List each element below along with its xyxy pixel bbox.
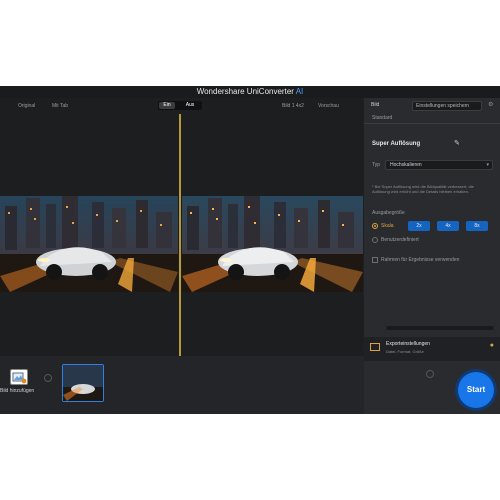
nav-next-icon[interactable] <box>426 370 434 378</box>
scale-label: Skala <box>381 223 394 229</box>
toggle-off[interactable]: Aus <box>182 102 198 109</box>
preview-label[interactable]: Vorschau <box>318 103 339 109</box>
standard-label: Standard <box>372 115 393 121</box>
scale-2x-button[interactable]: 2x <box>408 221 430 231</box>
info-icon[interactable]: ● <box>490 342 494 349</box>
original-image <box>0 196 178 292</box>
settings-icon[interactable]: ⚙ <box>488 101 493 108</box>
custom-radio[interactable] <box>372 237 378 243</box>
output-size-title: Ausgabegröße <box>372 210 405 216</box>
add-image-label[interactable]: Bild hinzufügen <box>0 388 34 394</box>
section-title: Super Auflösung <box>372 141 421 147</box>
nav-prev-icon[interactable] <box>44 374 52 382</box>
custom-label: Benutzerdefiniert <box>381 237 419 243</box>
monitor-icon <box>370 343 380 351</box>
car-city-image-enhanced <box>182 196 363 292</box>
export-settings-box[interactable]: Exporteinstellungen Datei, Format, Größe… <box>364 337 500 361</box>
start-button[interactable]: Start <box>458 372 494 408</box>
panel-header: Bild Einstellungen speichern ⚙ <box>368 101 496 111</box>
preset-dropdown[interactable]: Einstellungen speichern <box>412 101 482 111</box>
title-bar: Wondershare UniConverter AI <box>0 86 500 98</box>
app-window: Wondershare UniConverter AI Original Mit… <box>0 86 500 414</box>
image-plus-icon <box>12 372 27 384</box>
scale-radio[interactable] <box>372 223 378 229</box>
adjust-slider[interactable] <box>386 326 494 330</box>
output-size-label: Bild 1 4x2 <box>282 103 304 109</box>
bottom-bar: Bild hinzufügen <box>0 356 364 414</box>
preview-area: Original Mit Tab Ein Aus Bild 1 4x2 Vors… <box>0 98 363 356</box>
description-text: * Bei Super Auflösung wird die Bildquali… <box>372 184 474 194</box>
result-image <box>182 196 363 292</box>
add-image-icon[interactable] <box>10 369 28 385</box>
chevron-down-icon: ▾ <box>486 162 489 168</box>
car-city-image <box>0 196 178 292</box>
scale-8x-button[interactable]: 8x <box>466 221 488 231</box>
thumbnail-image <box>63 365 103 401</box>
toggle-on[interactable]: Ein <box>159 102 175 109</box>
scale-4x-button[interactable]: 4x <box>437 221 459 231</box>
compare-divider[interactable] <box>179 114 181 356</box>
frame-checkbox-label: Rahmen für Ergebnisse verwenden <box>381 257 460 263</box>
type-dropdown[interactable]: Hochskalieren ▾ <box>385 160 493 170</box>
image-thumbnail[interactable] <box>62 364 104 402</box>
preview-toolbar: Original Mit Tab Ein Aus Bild 1 4x2 Vors… <box>0 98 363 114</box>
app-title: Wondershare UniConverter AI <box>196 87 304 96</box>
frame-checkbox[interactable] <box>372 257 378 263</box>
tab-label[interactable]: Mit Tab <box>52 103 68 109</box>
panel-separator <box>364 123 500 124</box>
edit-icon[interactable]: ✎ <box>454 139 460 147</box>
export-settings-sub: Datei, Format, Größe <box>386 349 424 354</box>
original-label: Original <box>18 103 36 109</box>
panel-mode-label[interactable]: Bild <box>371 102 379 108</box>
type-label: Typ <box>372 162 381 168</box>
compare-toggle[interactable]: Ein Aus <box>158 101 202 110</box>
settings-panel: Bild Einstellungen speichern ⚙ Standard … <box>364 98 500 414</box>
export-settings-title: Exporteinstellungen <box>386 341 430 347</box>
